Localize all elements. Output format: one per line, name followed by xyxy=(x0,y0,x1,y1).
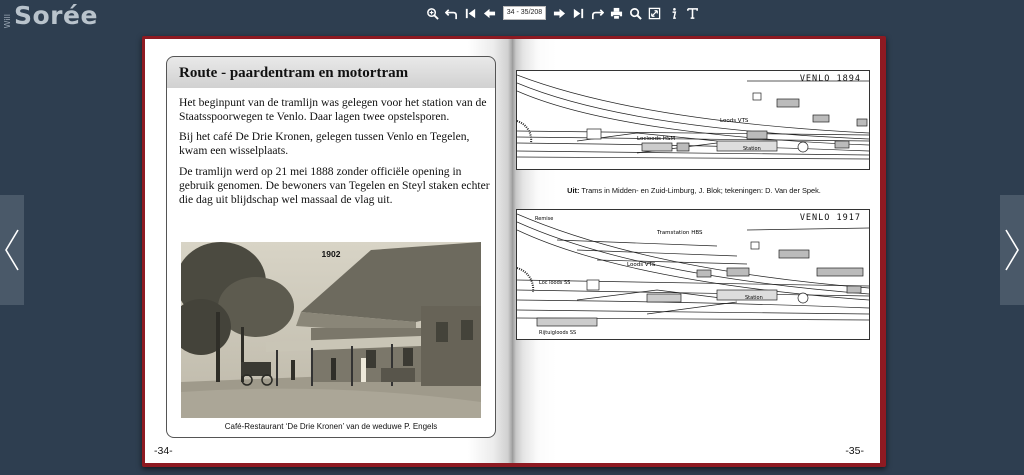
map2-label-tramstation: Tramstation HBS xyxy=(656,230,703,236)
search-icon[interactable] xyxy=(627,5,644,22)
section-title-box: Route - paardentram en motortram xyxy=(166,56,496,90)
photo-caption: Café-Restaurant ‘De Drie Kronen’ van de … xyxy=(224,422,438,431)
text-icon[interactable] xyxy=(684,5,701,22)
paragraph-1: Het beginpunt van de tramlijn was gelege… xyxy=(179,96,487,123)
logo: Will Sorée xyxy=(3,1,98,30)
maps-caption: Uit: Trams in Midden- en Zuid-Limburg, J… xyxy=(512,186,876,195)
photo-year-label: 1902 xyxy=(321,249,341,259)
left-page-number: -34- xyxy=(154,445,173,457)
chevron-right-icon xyxy=(1005,229,1019,271)
print-icon[interactable] xyxy=(608,5,625,22)
map2-label-loods: Loods VTS xyxy=(627,262,656,268)
right-page-number: -35- xyxy=(845,445,864,457)
info-icon[interactable] xyxy=(665,5,682,22)
zoom-in-icon[interactable] xyxy=(424,5,441,22)
map2-label-rijtuigloods: Rijtuigloods SS xyxy=(539,330,576,336)
section-content: Het beginpunt van de tramlijn was gelege… xyxy=(166,88,496,438)
undo-icon[interactable] xyxy=(443,5,460,22)
section-title: Route - paardentram en motortram xyxy=(179,65,409,81)
chevron-left-icon xyxy=(5,229,19,271)
logo-main-text: Sorée xyxy=(14,1,98,30)
previous-page-button[interactable] xyxy=(0,195,24,305)
toolbar: 34 - 35/208 xyxy=(424,4,701,22)
paragraph-3: De tramlijn werd op 21 mei 1888 zonder o… xyxy=(179,165,490,206)
map2-label-locloods: Loc loods SS xyxy=(539,280,570,286)
map1-label-station: Station xyxy=(743,146,761,152)
prev-page-icon[interactable] xyxy=(481,5,498,22)
map2-label-remise: Remise xyxy=(535,216,553,222)
paragraph-2: Bij het café De Drie Kronen, gelegen tus… xyxy=(179,130,470,157)
fullscreen-icon[interactable] xyxy=(646,5,663,22)
caption-rest: Trams in Midden- en Zuid-Limburg, J. Blo… xyxy=(579,186,821,195)
map1-label-locloods: Locloods HSM xyxy=(637,136,675,142)
redo-icon[interactable] xyxy=(589,5,606,22)
logo-small-text: Will xyxy=(3,13,12,28)
map2-label-station: Station xyxy=(745,295,763,301)
page-indicator-input[interactable]: 34 - 35/208 xyxy=(503,6,546,20)
flipbook: Route - paardentram en motortram Het beg… xyxy=(142,36,886,467)
next-page-button[interactable] xyxy=(1000,195,1024,305)
left-page[interactable]: Route - paardentram en motortram Het beg… xyxy=(145,39,512,463)
book-spine xyxy=(508,39,516,463)
right-page[interactable]: Loods VTS Locloods HSM Station VENLO 189… xyxy=(512,39,880,463)
historic-photo: 1902 xyxy=(181,242,481,418)
map1-label-loods: Loods VTS xyxy=(720,118,749,124)
map-venlo-1917: Tramstation HBS Loods VTS Loc loods SS S… xyxy=(516,209,870,340)
last-page-icon[interactable] xyxy=(570,5,587,22)
first-page-icon[interactable] xyxy=(462,5,479,22)
caption-bold: Uit: xyxy=(567,186,580,195)
next-page-icon[interactable] xyxy=(551,5,568,22)
map2-title: VENLO 1917 xyxy=(799,213,861,223)
map-venlo-1894: Loods VTS Locloods HSM Station VENLO 189… xyxy=(516,70,870,170)
map1-title: VENLO 1894 xyxy=(799,74,861,84)
